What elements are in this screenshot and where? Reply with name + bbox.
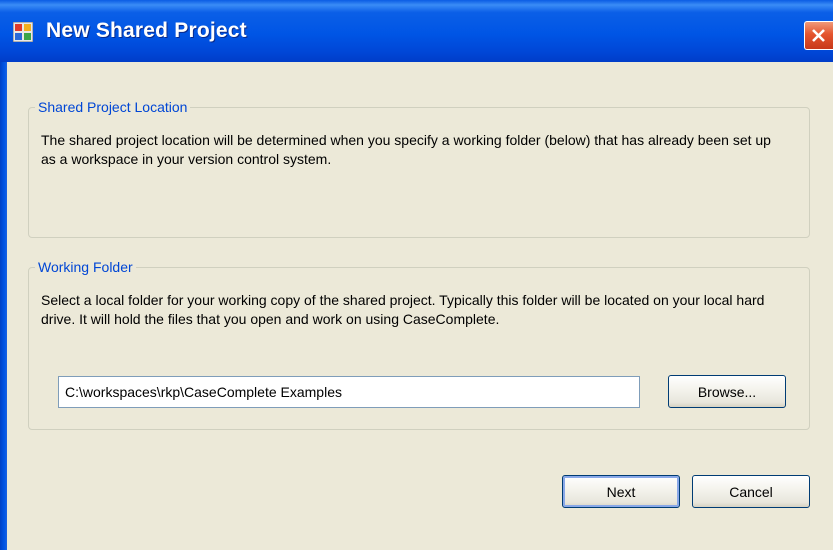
working-folder-input[interactable] — [58, 376, 640, 408]
window-border-left — [0, 62, 7, 550]
close-icon — [812, 29, 825, 42]
browse-button[interactable]: Browse... — [668, 375, 786, 408]
window-title: New Shared Project — [46, 19, 247, 42]
shared-project-location-group: Shared Project Location — [28, 100, 810, 238]
title-bar[interactable]: New Shared Project — [0, 0, 833, 62]
working-folder-description: Select a local folder for your working c… — [41, 292, 765, 327]
cancel-button-label: Cancel — [729, 483, 773, 500]
new-shared-project-dialog: New Shared Project Shared Project Locati… — [0, 0, 833, 550]
app-icon — [13, 22, 33, 42]
next-button-label: Next — [606, 483, 636, 500]
shared-project-location-caption: Shared Project Location — [38, 99, 188, 115]
close-button[interactable] — [804, 21, 833, 50]
browse-button-label: Browse... — [697, 383, 757, 400]
cancel-button[interactable]: Cancel — [692, 475, 810, 508]
working-folder-caption: Working Folder — [38, 259, 133, 275]
shared-project-location-description: The shared project location will be dete… — [41, 132, 771, 167]
next-button[interactable]: Next — [562, 475, 680, 508]
